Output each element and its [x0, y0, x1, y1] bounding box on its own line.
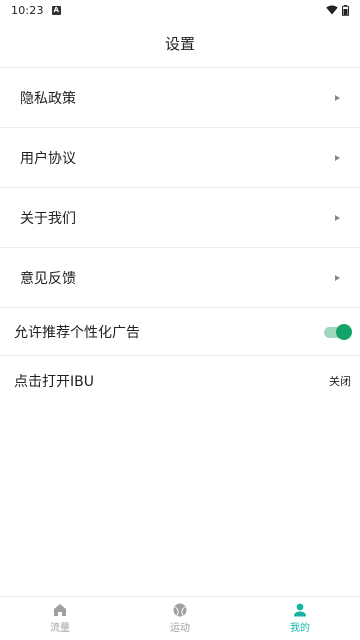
- ibu-state: 关闭: [329, 375, 351, 388]
- chevron-right-icon: [335, 94, 340, 101]
- open-ibu-label: 点击打开IBU: [14, 374, 94, 390]
- tab-label: 流量: [50, 623, 70, 634]
- page-title: 设置: [164, 35, 195, 53]
- chevron-right-icon: [335, 214, 340, 221]
- battery-icon: [342, 4, 349, 16]
- menu-item-feedback[interactable]: 意见反馈: [0, 248, 360, 308]
- chevron-right-icon: [335, 154, 340, 161]
- menu-item-label: 隐私政策: [20, 90, 76, 107]
- tab-mine[interactable]: 我的: [240, 597, 360, 640]
- chevron-right-icon: [335, 274, 340, 281]
- status-indicators: [326, 4, 349, 16]
- menu-item-label: 关于我们: [20, 210, 76, 227]
- menu-item-label: 用户协议: [20, 150, 76, 167]
- settings-menu: 隐私政策 用户协议 关于我们 意见反馈: [0, 68, 360, 308]
- toggle-thumb: [336, 323, 352, 340]
- personalized-ads-label: 允许推荐个性化广告: [14, 324, 140, 341]
- tab-sport[interactable]: 运动: [120, 597, 240, 640]
- menu-item-privacy-policy[interactable]: 隐私政策: [0, 68, 360, 128]
- bottom-tab-bar: 流量 运动 我的: [0, 596, 360, 640]
- menu-item-about-us[interactable]: 关于我们: [0, 188, 360, 248]
- tab-label: 我的: [290, 623, 310, 634]
- tab-label: 运动: [170, 623, 190, 634]
- open-ibu-row[interactable]: 点击打开IBU 关闭: [0, 356, 360, 406]
- notification-icon: A: [51, 5, 61, 15]
- personalized-ads-toggle[interactable]: [324, 323, 352, 340]
- sport-ball-icon: [173, 603, 187, 617]
- status-bar: 10:23 A: [0, 0, 360, 20]
- person-icon: [294, 603, 306, 617]
- page-header: 设置: [0, 20, 360, 68]
- menu-item-user-agreement[interactable]: 用户协议: [0, 128, 360, 188]
- personalized-ads-row: 允许推荐个性化广告: [0, 308, 360, 356]
- status-time: 10:23: [11, 3, 44, 17]
- menu-item-label: 意见反馈: [20, 270, 76, 287]
- tab-traffic[interactable]: 流量: [0, 597, 120, 640]
- wifi-icon: [326, 5, 338, 15]
- home-icon: [54, 604, 66, 616]
